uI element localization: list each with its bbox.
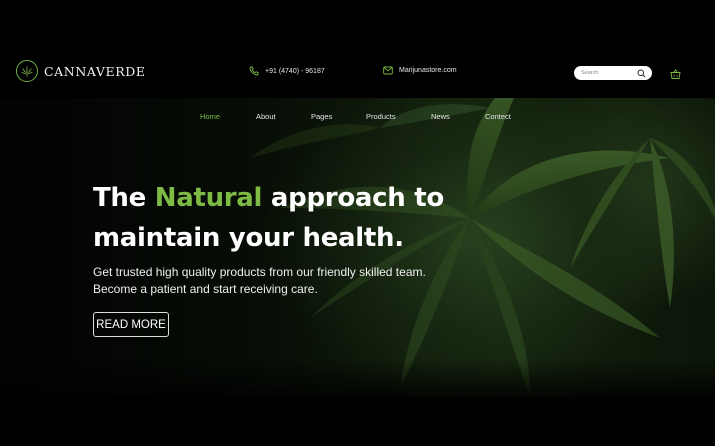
header-bar (0, 0, 715, 98)
main-nav: Home About Pages Products News Contect (0, 112, 715, 124)
nav-item-news[interactable]: News (431, 112, 450, 121)
nav-item-home[interactable]: Home (200, 112, 220, 121)
mail-icon (383, 66, 393, 75)
hero-bottom-fade (0, 358, 715, 398)
nav-item-contact[interactable]: Contect (485, 112, 511, 121)
nav-item-products[interactable]: Products (366, 112, 396, 121)
subtitle-line2: Become a patient and start receiving car… (93, 282, 318, 296)
hero-headline: The Natural approach to maintain your he… (93, 178, 444, 258)
phone-icon (249, 66, 259, 76)
hero-subtitle: Get trusted high quality products from o… (93, 264, 426, 298)
read-more-button[interactable]: READ MORE (93, 312, 169, 337)
subtitle-line1: Get trusted high quality products from o… (93, 265, 426, 279)
search-box (574, 66, 652, 80)
brand-name: CANNAVERDE (44, 63, 146, 79)
headline-line1: The Natural approach to (93, 183, 444, 213)
nav-item-about[interactable]: About (256, 112, 276, 121)
nav-item-pages[interactable]: Pages (311, 112, 332, 121)
email-address: Marijunastore.com (399, 67, 457, 74)
cannabis-leaf-icon (16, 60, 38, 82)
headline-accent: Natural (154, 183, 263, 213)
phone-contact[interactable]: +91 (4740) - 96187 (249, 66, 325, 76)
phone-number: +91 (4740) - 96187 (265, 67, 325, 75)
search-icon[interactable] (637, 69, 646, 78)
search-input[interactable] (581, 70, 631, 76)
headline-post: approach to (262, 183, 444, 213)
headline-line2: maintain your health. (93, 223, 404, 253)
headline-pre: The (93, 183, 155, 213)
basket-icon[interactable] (670, 67, 681, 85)
brand-logo[interactable]: CANNAVERDE (16, 60, 146, 82)
email-contact[interactable]: Marijunastore.com (383, 66, 457, 75)
